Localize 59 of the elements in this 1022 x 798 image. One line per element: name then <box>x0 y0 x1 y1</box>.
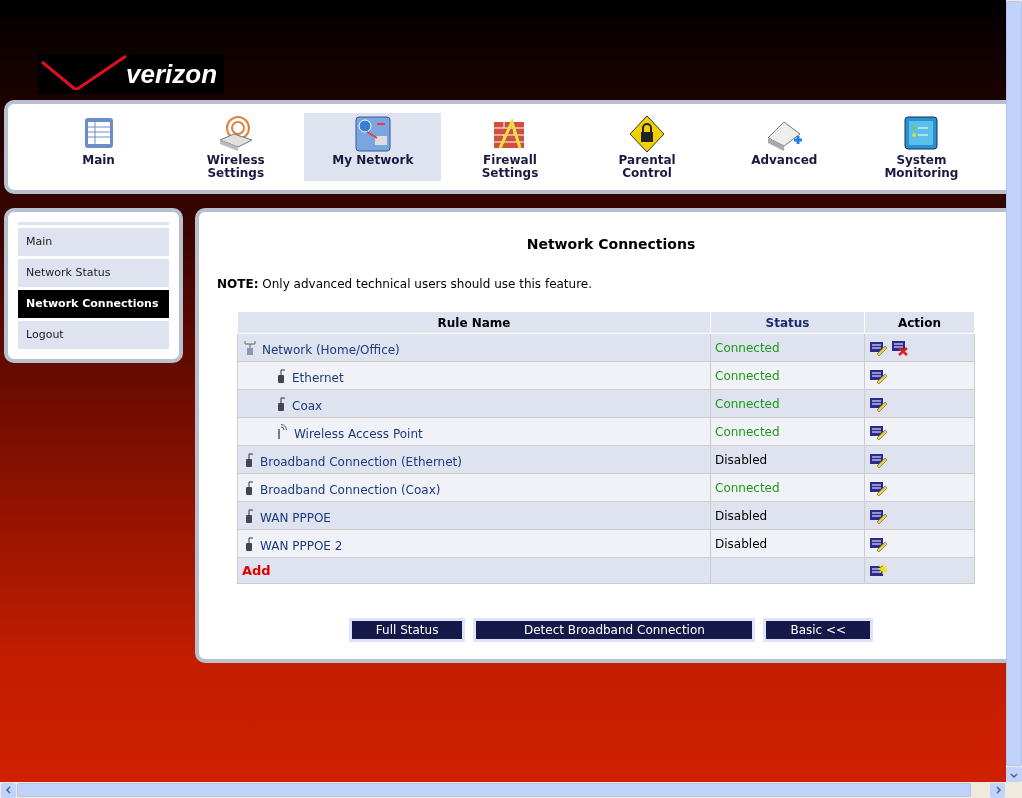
sidebar-item[interactable]: Logout <box>18 321 169 349</box>
network-plug-icon <box>244 339 256 356</box>
column-header: Rule Name <box>237 311 711 334</box>
plug-icon <box>244 535 254 552</box>
sidebar-item[interactable]: Main <box>18 228 169 256</box>
scroll-left-icon[interactable] <box>1 782 16 798</box>
logo-text: verizon <box>126 61 218 87</box>
nav-tab[interactable]: Firewall Settings <box>441 113 579 181</box>
add-link[interactable]: Add <box>242 562 271 578</box>
edit-icon[interactable] <box>869 367 887 384</box>
network-diagram-icon <box>352 114 393 154</box>
edit-icon[interactable] <box>869 479 887 496</box>
nav-tab[interactable]: System Monitoring <box>852 113 990 181</box>
rule-name-link[interactable]: WAN PPPOE <box>260 508 331 527</box>
edit-icon[interactable] <box>869 339 887 356</box>
scroll-thumb[interactable] <box>17 783 971 797</box>
note-text: NOTE: Only advanced technical users should use this feature. <box>217 276 594 293</box>
status-text: Connected <box>715 480 780 495</box>
status-text: Disabled <box>715 508 768 523</box>
plug-icon <box>276 367 286 384</box>
nav-tab[interactable]: Parental Control <box>578 113 716 181</box>
rule-name-link[interactable]: Coax <box>292 396 323 415</box>
status-text: Connected <box>715 424 780 439</box>
edit-icon[interactable] <box>869 395 887 412</box>
status-text: Disabled <box>715 536 768 551</box>
scroll-right-icon[interactable] <box>990 782 1005 798</box>
edit-icon[interactable] <box>869 507 887 524</box>
rule-name-link[interactable]: Ethernet <box>292 368 344 387</box>
plug-icon <box>276 395 286 412</box>
rule-name-link[interactable]: WAN PPPOE 2 <box>260 536 343 555</box>
sidebar-item[interactable]: Network Connections <box>18 290 169 318</box>
delete-icon[interactable] <box>891 339 909 356</box>
horizontal-scrollbar[interactable] <box>0 782 1006 798</box>
status-text: Connected <box>715 340 780 355</box>
sidebar-item[interactable]: Network Status <box>18 259 169 287</box>
scroll-down-icon[interactable] <box>1006 767 1022 782</box>
nav-tab[interactable]: Main <box>30 113 168 181</box>
column-header: Status <box>710 311 865 334</box>
action-button[interactable]: Basic << <box>763 618 874 642</box>
status-text: Disabled <box>715 452 768 467</box>
nav-tab[interactable]: My Network <box>304 113 442 181</box>
edit-icon[interactable] <box>869 535 887 552</box>
plug-icon <box>244 507 254 524</box>
plug-icon <box>244 479 254 496</box>
action-button[interactable]: Detect Broadband Connection <box>473 618 756 642</box>
action-button[interactable]: Full Status <box>348 618 466 642</box>
page-title: Network Connections <box>525 235 697 254</box>
add-icon[interactable] <box>869 562 887 579</box>
status-text: Connected <box>715 368 780 383</box>
nav-tab[interactable]: Advanced <box>715 113 853 181</box>
column-header: Action <box>864 311 975 334</box>
edit-icon[interactable] <box>869 423 887 440</box>
status-text: Connected <box>715 396 780 411</box>
nav-tab[interactable]: Wireless Settings <box>167 113 305 181</box>
rule-name-link[interactable]: Network (Home/Office) <box>262 340 400 359</box>
edit-icon[interactable] <box>869 451 887 468</box>
plug-icon <box>244 451 254 468</box>
antenna-icon <box>276 423 288 440</box>
rule-name-link[interactable]: Wireless Access Point <box>294 424 423 443</box>
